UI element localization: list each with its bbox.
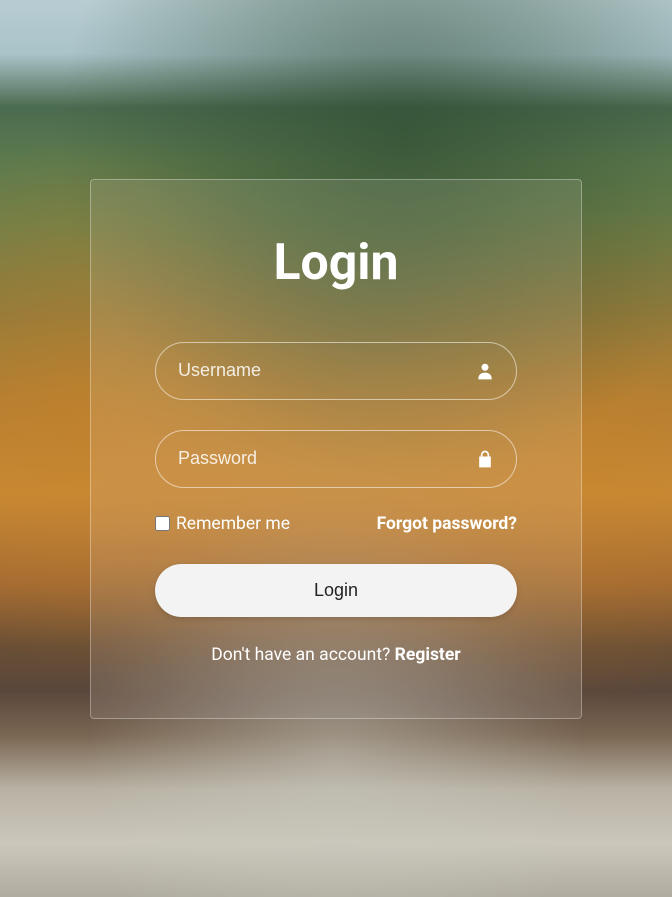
login-card: Login Remember me Forgot password? Login… xyxy=(90,179,582,719)
register-prompt-text: Don't have an account? xyxy=(211,645,394,665)
register-link[interactable]: Register xyxy=(395,645,461,665)
forgot-password-link[interactable]: Forgot password? xyxy=(377,514,517,534)
user-icon xyxy=(475,360,495,381)
password-input-box xyxy=(155,430,517,488)
username-input-box xyxy=(155,342,517,400)
remember-me-label[interactable]: Remember me xyxy=(155,514,290,534)
login-title: Login xyxy=(273,234,398,292)
remember-me-text: Remember me xyxy=(176,514,290,534)
login-button[interactable]: Login xyxy=(155,564,517,617)
register-prompt: Don't have an account? Register xyxy=(211,645,460,665)
remember-forgot-row: Remember me Forgot password? xyxy=(155,514,517,534)
username-input[interactable] xyxy=(155,342,517,400)
remember-me-checkbox[interactable] xyxy=(155,516,170,531)
password-input[interactable] xyxy=(155,430,517,488)
lock-icon xyxy=(475,448,495,469)
